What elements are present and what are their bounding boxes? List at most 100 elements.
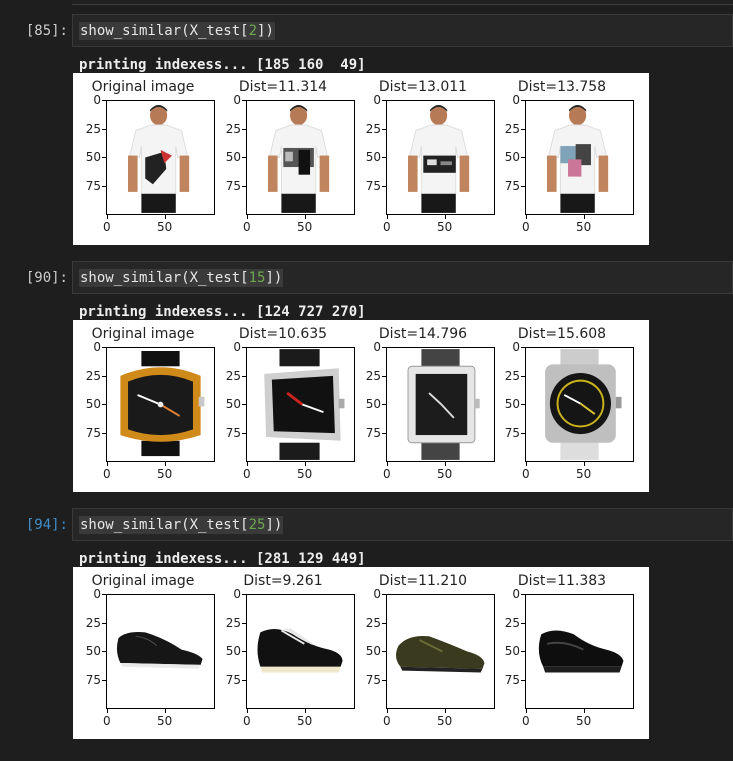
image-subplot: Dist=9.261 0 25 50 75 0 50	[213, 567, 355, 739]
previous-output-edge	[72, 0, 733, 5]
output-text: printing indexess... [281 129 449]	[79, 551, 366, 567]
y-tick-label: 0	[373, 93, 381, 107]
x-tick-label: 0	[383, 220, 391, 234]
tshirt-thumbnail	[268, 104, 330, 213]
x-tick-mark	[445, 215, 446, 219]
image-subplot: Dist=11.383 0 25 50 75 0 50	[492, 567, 634, 739]
y-tick-mark	[242, 157, 246, 158]
image-axes	[106, 594, 215, 709]
image-axes	[525, 594, 634, 709]
x-tick-mark	[387, 709, 388, 713]
shoe-thumbnail	[116, 632, 203, 669]
execution-count: [85]:	[25, 23, 68, 39]
y-tick-mark	[102, 433, 106, 434]
x-tick-label: 50	[576, 220, 592, 234]
x-tick-mark	[387, 215, 388, 219]
x-tick-mark	[165, 215, 166, 219]
y-tick-mark	[102, 623, 106, 624]
x-tick-mark	[584, 215, 585, 219]
y-tick-label: 75	[225, 673, 241, 687]
image-subplot: Dist=11.210 0 25 50 75 0 50	[353, 567, 495, 739]
y-tick-mark	[102, 186, 106, 187]
image-subplot: Original image 0 25 50 75 0 50	[73, 73, 215, 245]
y-tick-mark	[521, 129, 525, 130]
y-tick-label: 0	[93, 340, 101, 354]
y-tick-label: 25	[365, 122, 381, 136]
shoe-thumbnail	[396, 635, 485, 673]
x-tick-label: 50	[437, 714, 453, 728]
y-tick-mark	[102, 376, 106, 377]
y-tick-mark	[242, 100, 246, 101]
y-tick-label: 75	[365, 426, 381, 440]
y-tick-label: 0	[93, 587, 101, 601]
x-tick-label: 0	[522, 467, 530, 481]
y-tick-label: 75	[85, 179, 101, 193]
y-tick-mark	[382, 433, 386, 434]
y-tick-mark	[382, 157, 386, 158]
y-tick-mark	[521, 594, 525, 595]
x-tick-mark	[305, 709, 306, 713]
y-tick-label: 75	[504, 426, 520, 440]
similar-images-figure: Original image 0 25 50 75 0 50 Dist=10.635 0 25…	[73, 320, 649, 492]
y-tick-mark	[382, 651, 386, 652]
y-tick-label: 25	[225, 616, 241, 630]
y-tick-mark	[382, 623, 386, 624]
similar-images-figure: Original image 0 25 50 75 0 50 Dist=11.314 0 25…	[73, 73, 649, 245]
y-tick-label: 25	[225, 122, 241, 136]
x-tick-mark	[445, 709, 446, 713]
y-tick-label: 50	[504, 150, 520, 164]
y-tick-label: 75	[85, 426, 101, 440]
image-subplot: Dist=13.011 0 25 50 75 0 50	[353, 73, 495, 245]
image-axes	[246, 347, 355, 462]
code-input[interactable]: show_similar(X_test[15])	[72, 261, 733, 294]
y-tick-label: 0	[93, 93, 101, 107]
image-subplot: Original image 0 25 50 75 0 50	[73, 567, 215, 739]
x-tick-mark	[165, 462, 166, 466]
y-tick-mark	[382, 186, 386, 187]
y-tick-mark	[242, 404, 246, 405]
image-axes	[246, 100, 355, 215]
image-axes	[386, 347, 495, 462]
y-tick-mark	[242, 623, 246, 624]
y-tick-label: 0	[512, 340, 520, 354]
image-axes	[525, 100, 634, 215]
y-tick-mark	[102, 680, 106, 681]
watch-thumbnail	[545, 349, 622, 460]
y-tick-label: 25	[504, 616, 520, 630]
x-tick-mark	[387, 462, 388, 466]
x-tick-label: 0	[383, 467, 391, 481]
x-tick-label: 0	[243, 714, 251, 728]
y-tick-label: 50	[225, 644, 241, 658]
x-tick-label: 50	[297, 714, 313, 728]
similar-images-figure: Original image 0 25 50 75 0 50 Dist=9.261 0 25 5…	[73, 567, 649, 739]
image-axes	[246, 594, 355, 709]
x-tick-mark	[584, 462, 585, 466]
y-tick-mark	[242, 347, 246, 348]
code-input[interactable]: show_similar(X_test[2])	[72, 14, 733, 47]
x-tick-label: 0	[243, 220, 251, 234]
x-tick-label: 0	[383, 714, 391, 728]
image-subplot: Dist=11.314 0 25 50 75 0 50	[213, 73, 355, 245]
code-input[interactable]: show_similar(X_test[25])	[72, 508, 733, 541]
watch-thumbnail	[407, 349, 480, 460]
y-tick-label: 50	[85, 644, 101, 658]
y-tick-label: 50	[504, 397, 520, 411]
y-tick-label: 25	[365, 616, 381, 630]
y-tick-label: 50	[225, 397, 241, 411]
y-tick-label: 0	[233, 93, 241, 107]
image-subplot: Original image 0 25 50 75 0 50	[73, 320, 215, 492]
y-tick-label: 50	[85, 397, 101, 411]
image-subplot: Dist=10.635 0 25 50 75 0 50	[213, 320, 355, 492]
x-tick-mark	[526, 462, 527, 466]
y-tick-label: 25	[504, 369, 520, 383]
x-tick-label: 0	[522, 714, 530, 728]
y-tick-mark	[242, 594, 246, 595]
shoe-thumbnail	[257, 627, 343, 673]
x-tick-mark	[165, 709, 166, 713]
y-tick-mark	[521, 623, 525, 624]
y-tick-label: 75	[504, 179, 520, 193]
y-tick-mark	[521, 157, 525, 158]
image-axes	[525, 347, 634, 462]
y-tick-mark	[102, 347, 106, 348]
x-tick-mark	[107, 462, 108, 466]
